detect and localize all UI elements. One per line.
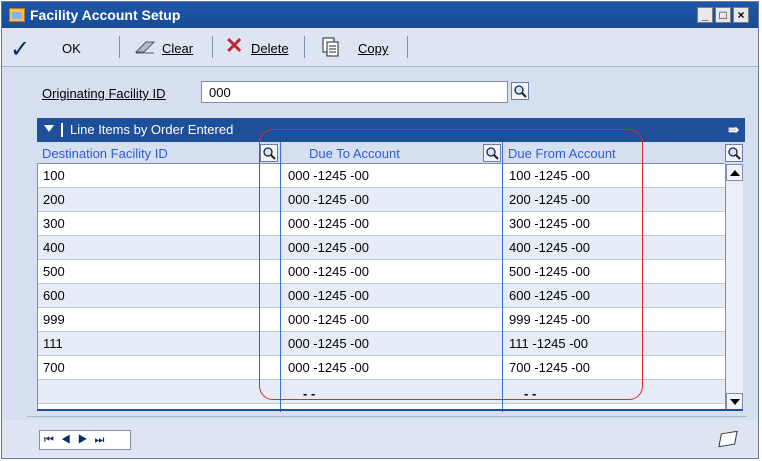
copy-document-icon <box>322 37 339 57</box>
originating-facility-label: Originating Facility ID <box>42 86 166 101</box>
destination-facility-cell[interactable]: 111 <box>43 336 63 351</box>
facility-account-setup-window: Facility Account Setup _ □ × ✓ OK Clear … <box>1 1 759 459</box>
first-record-icon[interactable]: ⏮ <box>44 434 61 446</box>
previous-record-icon[interactable]: ◀ <box>61 434 78 446</box>
destination-facility-cell[interactable]: 300 <box>43 216 65 231</box>
next-record-icon[interactable]: ▶ <box>78 434 95 446</box>
expand-grid-icon[interactable]: ⇛ <box>728 122 739 138</box>
destination-facility-cell[interactable]: 700 <box>43 360 65 375</box>
column-header-destination-facility-id[interactable]: Destination Facility ID <box>37 142 280 164</box>
copy-button[interactable]: Copy <box>2 37 402 59</box>
close-button[interactable]: × <box>733 7 749 23</box>
record-navigation[interactable]: ⏮◀▶⏭ <box>39 430 131 450</box>
grid-sort-label[interactable]: Line Items by Order Entered <box>70 122 233 137</box>
collapse-arrow-icon[interactable] <box>44 125 54 132</box>
destination-facility-cell[interactable]: 500 <box>43 264 65 279</box>
destination-facility-cell[interactable]: 200 <box>43 192 65 207</box>
destination-facility-cell[interactable]: 100 <box>43 168 65 183</box>
window-title: Facility Account Setup <box>30 7 181 23</box>
magnifier-icon <box>514 85 527 98</box>
scroll-down-button[interactable] <box>726 393 743 410</box>
highlight-annotation <box>259 129 643 400</box>
toolbar-separator <box>407 36 408 58</box>
destination-facility-cell[interactable]: 999 <box>43 312 65 327</box>
magnifier-icon <box>728 147 741 160</box>
title-bar: Facility Account Setup _ □ × <box>2 2 758 28</box>
grid-lookup-button[interactable] <box>725 144 743 162</box>
minimize-button[interactable]: _ <box>697 7 713 23</box>
maximize-button[interactable]: □ <box>715 7 731 23</box>
grid-vertical-scrollbar[interactable] <box>725 164 743 411</box>
status-bar: ⏮◀▶⏭ <box>2 420 758 458</box>
toolbar: ✓ OK Clear ✕ Delete Copy <box>2 28 758 67</box>
originating-facility-input[interactable]: 000 <box>201 81 508 103</box>
originating-facility-lookup-button[interactable] <box>511 82 529 100</box>
destination-facility-cell[interactable]: 400 <box>43 240 65 255</box>
destination-facility-cell[interactable]: 600 <box>43 288 65 303</box>
copy-label: Copy <box>358 41 389 56</box>
scroll-up-button[interactable] <box>726 164 743 181</box>
note-icon[interactable] <box>718 430 738 448</box>
window-app-icon <box>9 8 25 22</box>
last-record-icon[interactable]: ⏭ <box>95 434 112 446</box>
